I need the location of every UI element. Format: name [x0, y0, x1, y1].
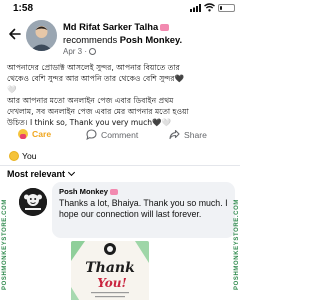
share-button[interactable]: Share: [169, 129, 207, 140]
heart-eyes-reaction-icon: [9, 151, 19, 161]
post-text-line: থেকেও বেশি সুন্দর আর আপনি তার থেকেও বেশি…: [7, 74, 185, 83]
card-title-line1: Thank: [85, 260, 135, 276]
comment-sort-dropdown[interactable]: Most relevant: [7, 168, 76, 179]
post-meta: Apr 3 ·: [63, 47, 97, 56]
author-name-text: Md Rifat Sarker Talha: [63, 21, 159, 32]
post-actions: Care Comment Share: [0, 125, 240, 145]
comment-attachment-image[interactable]: Thank You!: [71, 241, 149, 300]
recommends-word: recommends: [63, 34, 118, 45]
reaction-label: You: [22, 151, 37, 161]
comment-bubble[interactable]: Posh Monkey Thanks a lot, Bhaiya. Thank …: [52, 182, 235, 238]
badge-icon: [160, 24, 170, 31]
posh-monkey-logo-icon: [19, 188, 47, 216]
wifi-icon: [204, 3, 215, 12]
watermark-text: POSHMONKEYSTORE.COM: [2, 199, 8, 290]
post-text-line: দেখলাম, সব অনলাইন পেজ এবার মের আপনার মতো…: [7, 107, 189, 116]
post-text-line: 🤍: [7, 85, 17, 94]
comment-sort-label: Most relevant: [7, 169, 66, 179]
comment-label: Comment: [101, 130, 139, 140]
back-arrow-icon[interactable]: [8, 27, 22, 41]
comment-icon: [86, 129, 97, 140]
avatar[interactable]: [26, 20, 57, 51]
watermark-strip-right: POSHMONKEYSTORE.COM: [234, 199, 240, 290]
care-label: Care: [32, 129, 52, 139]
chevron-down-icon: [67, 168, 76, 177]
care-reaction-icon: [18, 129, 28, 139]
signal-icon: [190, 4, 201, 12]
globe-icon: [89, 48, 97, 55]
post-text-line: আপনাদের প্রোডাক্ট আসলেই সুন্দর, আপনার বি…: [7, 63, 180, 72]
recommendation-line: recommends Posh Monkey.: [63, 34, 182, 45]
watermark-strip-left: POSHMONKEYSTORE.COM: [2, 199, 8, 290]
share-icon: [169, 129, 180, 140]
comment-author[interactable]: Posh Monkey: [59, 187, 228, 196]
status-bar: 1:58 4: [0, 0, 240, 16]
comment-button[interactable]: Comment: [86, 129, 138, 140]
badge-icon: [109, 189, 118, 195]
post-header: Md Rifat Sarker Talha recommends Posh Mo…: [0, 18, 240, 56]
post-text-line: আর আপনার মতো অনলাইন পেজ এবার ডিবাইন প্রথ…: [7, 96, 174, 105]
watermark-left: POSHMONKEYSTORE.COM: [0, 0, 8, 300]
card-title-line2: You!: [97, 276, 127, 290]
comment-author-name: Posh Monkey: [59, 187, 108, 196]
avatar-photo-icon: [26, 20, 57, 51]
post-body: আপনাদের প্রোডাক্ট আসলেই সুন্দর, আপনার বি…: [7, 62, 235, 128]
watermark-text: POSHMONKEYSTORE.COM: [234, 199, 240, 290]
thank-you-card-image: Thank You!: [71, 241, 149, 300]
page-name-link[interactable]: Posh Monkey.: [120, 34, 182, 45]
post-date[interactable]: Apr 3: [63, 47, 82, 56]
divider: [0, 165, 240, 166]
comment-text: Thanks a lot, Bhaiya. Thank you so much.…: [59, 198, 228, 219]
watermark-right: POSHMONKEYSTORE.COM: [232, 0, 240, 300]
comment-avatar[interactable]: [19, 188, 47, 216]
share-label: Share: [184, 130, 207, 140]
care-button[interactable]: Care: [18, 129, 51, 139]
status-time: 1:58: [13, 3, 34, 14]
reaction-summary[interactable]: You: [9, 151, 37, 163]
post-author-name[interactable]: Md Rifat Sarker Talha: [63, 21, 170, 32]
